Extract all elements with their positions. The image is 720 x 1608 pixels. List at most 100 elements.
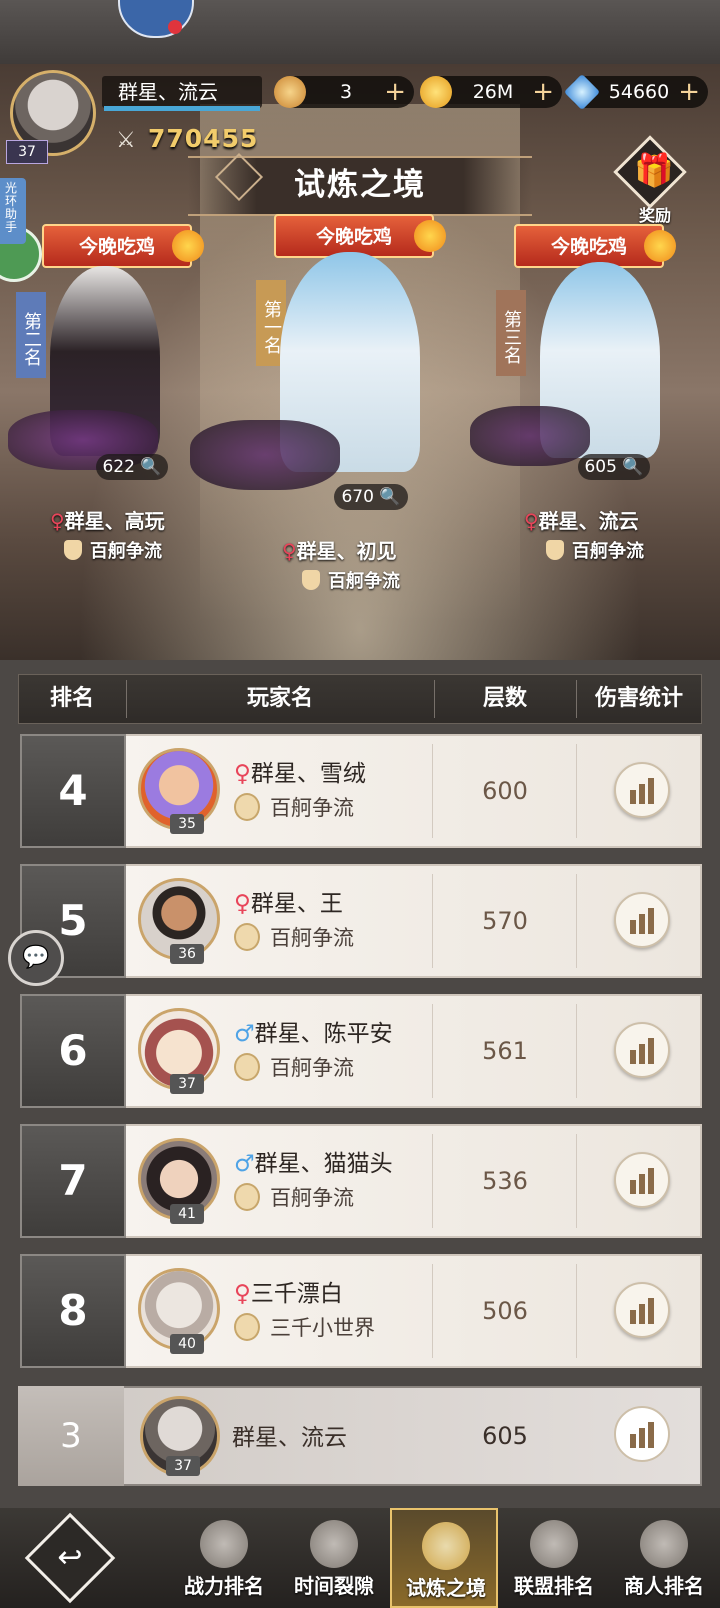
gold-coin-icon	[420, 76, 452, 108]
my-avatar-level: 37	[166, 1456, 200, 1476]
column-divider	[576, 874, 577, 968]
female-icon: ♀	[524, 509, 539, 533]
podium-tag-second: 今晚吃鸡	[42, 224, 204, 268]
assistant-tab[interactable]: 光环助手	[0, 178, 26, 244]
my-damage-stats-button[interactable]	[614, 1406, 670, 1462]
castle-icon	[530, 1520, 578, 1568]
guild-name-text: 百舸争流	[270, 796, 354, 820]
table-row[interactable]: 7 41 ♂群星、猫猫头 百舸争流 536	[20, 1124, 702, 1238]
player-name-text: 三千漂白	[250, 1281, 343, 1307]
guild-name: 百舸争流	[234, 922, 354, 952]
reward-label: 奖励	[638, 206, 671, 225]
column-divider	[576, 744, 577, 838]
guild-name: 百舸争流	[234, 1182, 354, 1212]
chat-bubble-icon[interactable]: 💬	[8, 930, 64, 986]
female-icon: ♀	[234, 1281, 251, 1307]
podium-tag-text: 今晚吃鸡	[315, 226, 392, 248]
floors-value: 570	[482, 907, 528, 935]
tab-alliance-ranking[interactable]: 联盟排名	[500, 1508, 608, 1608]
experience-bar	[104, 106, 260, 111]
header-player-name: 玩家名	[246, 686, 313, 711]
bar-chart-icon	[630, 908, 656, 934]
header-damage-stats: 伤害统计	[594, 686, 683, 711]
merchant-icon	[640, 1520, 688, 1568]
guild-badge-icon	[234, 1183, 260, 1211]
table-row[interactable]: 8 40 ♀三千漂白 三千小世界 506	[20, 1254, 702, 1368]
podium-floors-value: 670	[341, 487, 374, 507]
gold-count: 26M	[472, 81, 514, 103]
tab-power-ranking[interactable]: 战力排名	[170, 1508, 278, 1608]
podium-tag-text: 今晚吃鸡	[550, 236, 627, 258]
podium-tag-text: 今晚吃鸡	[78, 236, 155, 258]
add-diamond-button[interactable]: +	[678, 76, 700, 108]
damage-stats-button[interactable]	[614, 1022, 670, 1078]
tab-label: 时间裂隙	[294, 1574, 374, 1598]
podium-floors-third: 605 🔍	[578, 454, 650, 480]
dragon-mount-first	[190, 420, 340, 490]
female-icon: ♀	[234, 761, 251, 787]
bar-chart-icon	[630, 1422, 656, 1448]
tab-trial-realm[interactable]: 试炼之境	[390, 1508, 498, 1608]
my-floors-value: 605	[482, 1422, 528, 1450]
guild-badge-icon	[234, 923, 260, 951]
magnifier-icon: 🔍	[140, 457, 162, 477]
column-divider	[432, 874, 433, 968]
male-icon: ♂	[234, 1151, 255, 1177]
tab-label: 商人排名	[624, 1574, 704, 1598]
guild-badge-icon	[302, 570, 320, 590]
guild-name-text: 百舸争流	[270, 926, 354, 950]
column-divider	[576, 1264, 577, 1358]
player-name-text: 群星、猫猫头	[254, 1151, 393, 1177]
floors-value: 506	[482, 1297, 528, 1325]
magnifier-icon: 🔍	[379, 487, 401, 507]
player-name: ♀群星、雪绒	[234, 754, 366, 788]
podium-name-third: ♀群星、流云	[524, 505, 639, 534]
player-name: ♂群星、猫猫头	[234, 1144, 393, 1178]
guild-name-text: 三千小世界	[270, 1316, 375, 1340]
player-name-text: 群星、雪绒	[250, 761, 366, 787]
podium-guild-second: 百舸争流	[64, 537, 162, 563]
player-name: ♀三千漂白	[234, 1274, 343, 1308]
damage-stats-button[interactable]	[614, 1152, 670, 1208]
rank-number: 6	[58, 1026, 88, 1075]
player-name: ♀群星、王	[234, 884, 343, 918]
medal-resource: 3 +	[274, 76, 414, 108]
column-divider	[432, 744, 433, 838]
damage-stats-button[interactable]	[614, 892, 670, 948]
player-level-badge: 37	[6, 140, 48, 164]
tab-merchant-ranking[interactable]: 商人排名	[610, 1508, 718, 1608]
guild-name-text: 百舸争流	[270, 1056, 354, 1080]
column-divider	[576, 1134, 577, 1228]
guild-name: 百舸争流	[234, 792, 354, 822]
damage-stats-button[interactable]	[614, 762, 670, 818]
column-divider	[576, 1004, 577, 1098]
add-medal-button[interactable]: +	[384, 76, 406, 108]
book-icon	[422, 1522, 470, 1570]
tab-time-rift[interactable]: 时间裂隙	[280, 1508, 388, 1608]
top-strip	[0, 0, 720, 64]
floors-value: 561	[482, 1037, 528, 1065]
damage-stats-button[interactable]	[614, 1282, 670, 1338]
header-floors: 层数	[482, 686, 527, 711]
tab-label: 试炼之境	[406, 1576, 486, 1600]
add-gold-button[interactable]: +	[532, 76, 554, 108]
tab-label: 战力排名	[184, 1574, 264, 1598]
bar-chart-icon	[630, 778, 656, 804]
helmet-icon	[200, 1520, 248, 1568]
podium-floors-value: 622	[102, 457, 135, 477]
guild-badge-icon	[64, 540, 82, 560]
bar-chart-icon	[630, 1038, 656, 1064]
return-arrow-icon: ↩	[57, 1540, 83, 1575]
guild-badge-icon	[234, 1313, 260, 1341]
table-row[interactable]: 5 36 ♀群星、王 百舸争流 570	[20, 864, 702, 978]
podium-guild-name: 百舸争流	[90, 541, 162, 562]
guild-name-text: 百舸争流	[270, 1186, 354, 1210]
gold-resource: 26M +	[420, 76, 562, 108]
table-row[interactable]: 4 35 ♀群星、雪绒 百舸争流 600	[20, 734, 702, 848]
rank-ribbon-third: 第三名	[496, 290, 526, 376]
avatar-level: 35	[170, 814, 204, 834]
table-row[interactable]: 6 37 ♂群星、陈平安 百舸争流 561	[20, 994, 702, 1108]
column-divider	[432, 1264, 433, 1358]
podium-tag-third: 今晚吃鸡	[514, 224, 676, 268]
avatar-level: 41	[170, 1204, 204, 1224]
